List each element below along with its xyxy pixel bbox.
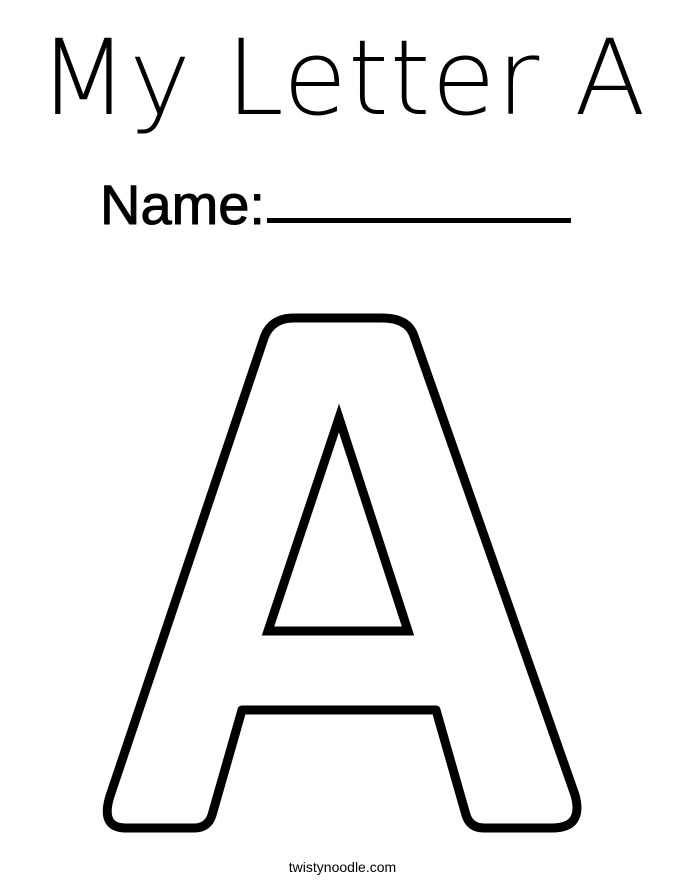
site-footer: twistynoodle.com [288, 859, 397, 875]
worksheet-page: My Letter A Name: twistynoodle.com [0, 0, 685, 886]
letter-a-outline [102, 313, 582, 833]
letter-a-outer-outline [102, 313, 582, 833]
letter-a-inner-outline [261, 403, 415, 636]
